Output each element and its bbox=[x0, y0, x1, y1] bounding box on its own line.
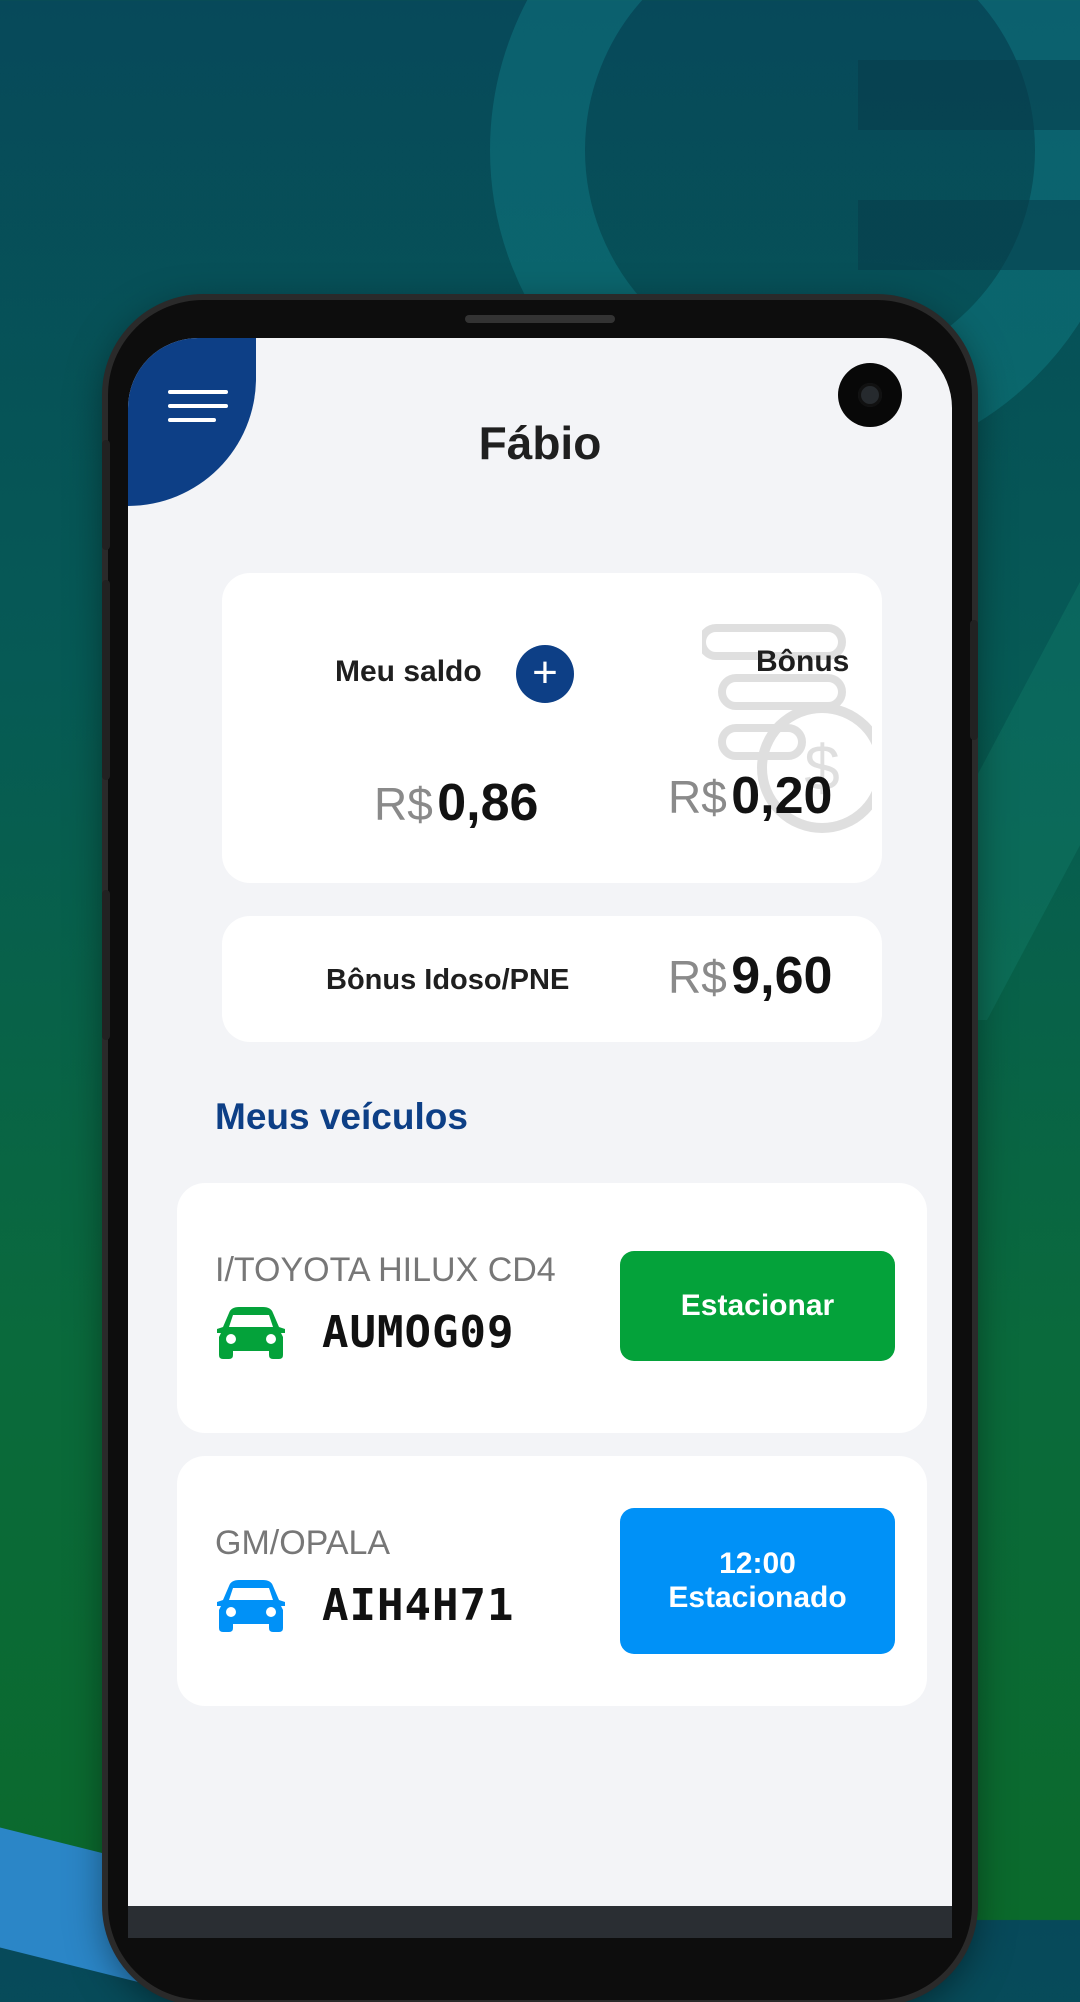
phone-speaker bbox=[465, 315, 615, 323]
vehicles-section-title: Meus veículos bbox=[215, 1096, 468, 1137]
background-logo-bar bbox=[858, 200, 1080, 270]
app-screen: Fábio $ Meu saldo + Bônus R$ 0,86 R$ 0,2… bbox=[128, 338, 952, 1938]
idoso-value: 9,60 bbox=[731, 947, 833, 1005]
idoso-amount: R$ 9,60 bbox=[668, 946, 832, 1006]
balance-card: $ Meu saldo + Bônus R$ 0,86 R$ 0,20 bbox=[222, 573, 882, 883]
page-title: Fábio bbox=[478, 417, 602, 469]
car-icon bbox=[217, 1580, 285, 1632]
vehicle-card[interactable]: GM/OPALA AIH4H71 12:00 Estacionado bbox=[177, 1456, 927, 1706]
saldo-label: Meu saldo bbox=[335, 655, 482, 688]
vehicle-plate: AUMOG09 bbox=[322, 1307, 515, 1358]
background-logo-bar bbox=[858, 60, 1080, 130]
vehicle-card[interactable]: I/TOYOTA HILUX CD4 AUMOG09 Estacionar bbox=[177, 1183, 927, 1433]
bonus-amount: R$ 0,20 bbox=[668, 766, 832, 826]
phone-side-button bbox=[102, 580, 110, 780]
idoso-currency: R$ bbox=[668, 951, 727, 1003]
idoso-bonus-card: Bônus Idoso/PNE R$ 9,60 bbox=[222, 916, 882, 1042]
add-balance-button[interactable]: + bbox=[516, 645, 574, 703]
park-button[interactable]: Estacionar bbox=[620, 1251, 895, 1361]
park-button-label: Estacionar bbox=[680, 1289, 835, 1322]
bonus-currency: R$ bbox=[668, 771, 727, 823]
parked-time: 12:00 bbox=[719, 1547, 796, 1580]
plus-icon: + bbox=[532, 648, 558, 697]
saldo-amount: R$ 0,86 bbox=[374, 773, 538, 833]
phone-side-button bbox=[970, 620, 978, 740]
vehicle-plate: AIH4H71 bbox=[322, 1580, 515, 1631]
saldo-currency: R$ bbox=[374, 778, 433, 830]
phone-side-button bbox=[102, 890, 110, 1040]
vehicle-model: I/TOYOTA HILUX CD4 bbox=[215, 1251, 556, 1289]
bottom-bar bbox=[128, 1906, 952, 1938]
idoso-label: Bônus Idoso/PNE bbox=[326, 964, 570, 996]
vehicle-model: GM/OPALA bbox=[215, 1524, 391, 1562]
parked-status-label: Estacionado bbox=[668, 1581, 847, 1614]
saldo-value: 0,86 bbox=[437, 774, 539, 832]
parked-status-button[interactable]: 12:00 Estacionado bbox=[620, 1508, 895, 1654]
phone-side-button bbox=[102, 440, 110, 550]
car-icon bbox=[217, 1307, 285, 1359]
bonus-label: Bônus bbox=[756, 645, 850, 678]
bonus-value: 0,20 bbox=[731, 767, 833, 825]
